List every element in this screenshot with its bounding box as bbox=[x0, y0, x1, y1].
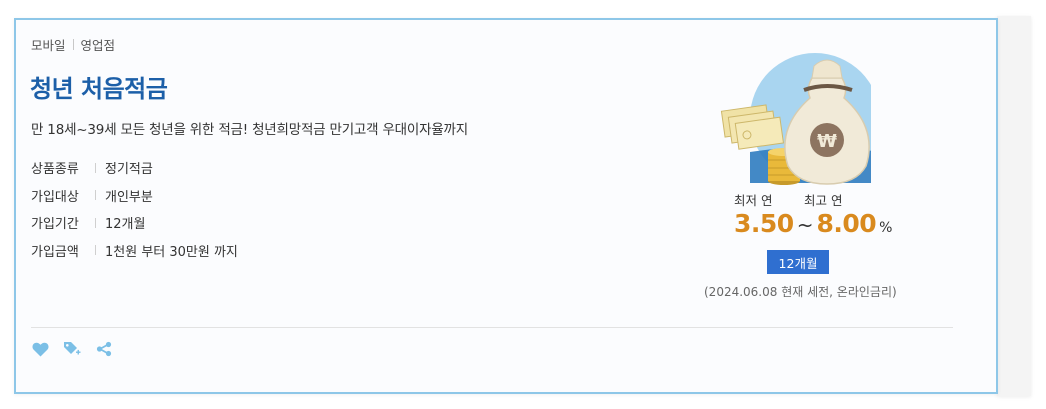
product-description: 만 18세~39세 모든 청년을 위한 적금! 청년희망적금 만기고객 우대이자… bbox=[31, 122, 468, 138]
info-value: 1천원 부터 30만원 까지 bbox=[105, 244, 238, 260]
period-badge: 12개월 bbox=[767, 250, 829, 274]
rate-note: (2024.06.08 현재 세전, 온라인금리) bbox=[704, 285, 897, 299]
info-divider bbox=[95, 217, 96, 228]
info-row-period: 가입기간 12개월 bbox=[31, 209, 238, 237]
rate-unit: % bbox=[879, 220, 893, 236]
interest-rate-block: 최저 연 최고 연 3.50 ~ 8.00 % bbox=[734, 190, 892, 238]
info-label: 가입기간 bbox=[31, 217, 79, 233]
info-label: 상품종류 bbox=[31, 162, 79, 178]
info-divider bbox=[95, 245, 96, 256]
info-label: 가입대상 bbox=[31, 189, 79, 205]
card-actions bbox=[31, 340, 113, 358]
max-rate-label: 최고 연 bbox=[804, 193, 843, 208]
min-rate-value: 3.50 bbox=[734, 209, 794, 238]
channel-mobile: 모바일 bbox=[31, 38, 66, 53]
info-value: 정기적금 bbox=[105, 162, 153, 178]
info-value: 12개월 bbox=[105, 217, 146, 233]
money-bag-illustration: ₩ bbox=[720, 53, 871, 185]
share-icon[interactable] bbox=[95, 340, 113, 358]
rate-separator: ~ bbox=[796, 213, 814, 237]
info-row-amount: 가입금액 1천원 부터 30만원 까지 bbox=[31, 237, 238, 265]
product-info-list: 상품종류 정기적금 가입대상 개인부분 가입기간 12개월 가입금액 1천원 부… bbox=[31, 154, 238, 264]
next-card-edge bbox=[997, 16, 1031, 396]
info-label: 가입금액 bbox=[31, 244, 79, 260]
product-title[interactable]: 청년 처음적금 bbox=[30, 69, 168, 104]
rate-labels: 최저 연 최고 연 bbox=[734, 190, 884, 209]
info-divider bbox=[95, 162, 96, 173]
channel-divider bbox=[72, 39, 74, 50]
card-divider bbox=[31, 327, 953, 328]
info-value: 개인부분 bbox=[105, 189, 153, 205]
tag-add-icon[interactable] bbox=[63, 340, 81, 358]
svg-text:₩: ₩ bbox=[817, 131, 837, 152]
rate-values: 3.50 ~ 8.00 % bbox=[734, 209, 892, 238]
heart-icon[interactable] bbox=[31, 340, 49, 358]
min-rate-label: 최저 연 bbox=[734, 193, 773, 208]
info-divider bbox=[95, 190, 96, 201]
info-row-type: 상품종류 정기적금 bbox=[31, 154, 238, 182]
channel-branch: 영업점 bbox=[80, 38, 116, 53]
channel-list: 모바일 영업점 bbox=[31, 35, 115, 54]
info-row-target: 가입대상 개인부분 bbox=[31, 182, 238, 210]
max-rate-value: 8.00 bbox=[816, 209, 877, 238]
